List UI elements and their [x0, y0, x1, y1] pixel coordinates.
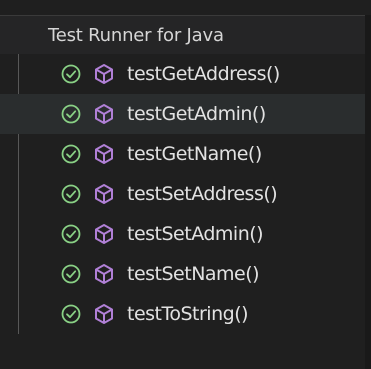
check-circle-icon	[60, 263, 82, 285]
method-cube-icon	[92, 222, 116, 246]
check-circle-icon	[60, 303, 82, 325]
test-suite-title: Test Runner for Java	[48, 24, 224, 46]
top-gap	[0, 0, 371, 15]
check-circle-icon	[60, 183, 82, 205]
test-label: testSetName()	[127, 263, 260, 285]
method-cube-icon	[92, 182, 116, 206]
test-row[interactable]: testGetAdmin()	[0, 94, 371, 134]
test-label: testSetAdmin()	[127, 223, 264, 245]
method-cube-icon	[92, 142, 116, 166]
test-label: testGetName()	[127, 143, 262, 165]
check-circle-icon	[60, 143, 82, 165]
test-row[interactable]: testToString()	[0, 294, 371, 334]
test-explorer-panel: Test Runner for Java testGetAddress() te…	[0, 0, 371, 369]
method-cube-icon	[92, 62, 116, 86]
test-label: testGetAdmin()	[127, 103, 266, 125]
test-label: testSetAddress()	[127, 183, 278, 205]
check-circle-icon	[60, 223, 82, 245]
method-cube-icon	[92, 302, 116, 326]
check-circle-icon	[60, 103, 82, 125]
method-cube-icon	[92, 102, 116, 126]
test-label: testGetAddress()	[127, 63, 280, 85]
method-cube-icon	[92, 262, 116, 286]
test-tree: testGetAddress() testGetAdmin() testGetN…	[0, 54, 371, 334]
collapse-toggle[interactable]	[8, 16, 38, 54]
check-circle-icon	[60, 63, 82, 85]
panel-right-edge	[365, 15, 371, 369]
test-row[interactable]: testSetAdmin()	[0, 214, 371, 254]
test-row[interactable]: testSetName()	[0, 254, 371, 294]
test-label: testToString()	[127, 303, 249, 325]
test-suite-header[interactable]: Test Runner for Java	[0, 15, 371, 54]
test-row[interactable]: testSetAddress()	[0, 174, 371, 214]
test-row[interactable]: testGetAddress()	[0, 54, 371, 94]
test-row[interactable]: testGetName()	[0, 134, 371, 174]
